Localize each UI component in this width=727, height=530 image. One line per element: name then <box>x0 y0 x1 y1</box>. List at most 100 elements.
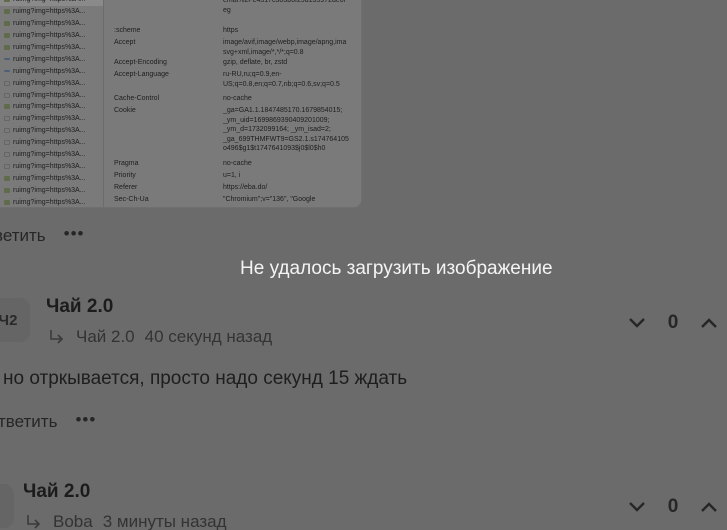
header-value: https <box>223 27 239 34</box>
header-value: "Chromium";v="136", "Google <box>223 196 316 203</box>
request-row[interactable]: ruimg?img=https%3A... <box>0 6 103 18</box>
request-name: ruimg?img=https%3A... <box>13 151 86 159</box>
header-value: emai%2Fe4517c383b6f29d135972de0l eg <box>223 0 346 14</box>
request-name: ruimg?img=https%3A... <box>13 44 86 51</box>
request-name: ruimg?img=https%3A... <box>13 115 86 123</box>
vote-count: 0 <box>667 312 679 333</box>
request-name: ruimg?img=https%3A... <box>13 67 86 75</box>
reply-button[interactable]: тветить <box>0 412 57 432</box>
request-row[interactable]: ruimg?img=https%3A... <box>0 113 103 125</box>
chevron-down-icon <box>629 318 645 328</box>
more-options-button[interactable]: ••• <box>64 225 85 242</box>
request-row[interactable]: ruimg?img=https%3A... <box>0 196 103 207</box>
header-value: _ga=GA1.1.1847485170.1679854015; _ym_uid… <box>223 107 349 152</box>
avatar[interactable] <box>0 484 14 528</box>
request-name: ruimg?img=https%3A... <box>13 0 86 3</box>
blank-file-icon <box>4 92 10 98</box>
request-row[interactable]: ruimg?img=https%3A... <box>0 172 103 184</box>
image-file-icon <box>4 21 10 27</box>
chevron-up-icon <box>701 502 717 512</box>
request-row[interactable]: ruimg?img=https%3A... <box>0 125 103 137</box>
vote-control: 0 <box>626 312 720 334</box>
chevron-down-icon <box>629 502 645 512</box>
request-name: ruimg?img=https%3A... <box>13 103 86 111</box>
dash-file-icon <box>4 70 10 73</box>
header-name: Accept <box>114 39 136 46</box>
pen-file-icon <box>4 9 10 15</box>
request-row[interactable]: ruimg?img=https%3A... <box>0 77 103 89</box>
chevron-up-icon <box>701 318 717 328</box>
more-options-button[interactable]: ••• <box>75 411 96 428</box>
upvote-button[interactable] <box>698 496 720 518</box>
comment-actions: тветить ••• <box>0 411 96 432</box>
header-name: Accept-Encoding <box>114 59 167 66</box>
reply-arrow-icon <box>27 515 41 529</box>
image-load-error: Не удалось загрузить изображение <box>240 258 553 279</box>
header-value: no-cache <box>223 160 252 167</box>
request-row[interactable]: ruimg?img=https%3A... <box>0 137 103 149</box>
dash-file-icon <box>4 58 10 61</box>
avatar[interactable]: Ч2 <box>0 298 30 342</box>
request-name: ruimg?img=https%3A... <box>13 55 86 63</box>
image-file-icon <box>4 33 10 39</box>
image-file-icon <box>4 104 10 110</box>
downvote-button[interactable] <box>626 312 648 334</box>
request-name: ruimg?img=https%3A... <box>13 139 86 147</box>
request-row[interactable]: ruimg?img=https%3A... <box>0 149 103 161</box>
header-value: https://eba.do/ <box>223 184 268 191</box>
header-value: gzip, deflate, br, zstd <box>223 59 288 66</box>
header-value: no-cache <box>223 95 252 102</box>
avatar-initials: Ч2 <box>0 311 18 329</box>
request-name: ruimg?img=https%3A... <box>13 32 86 40</box>
header-name: Priority <box>114 172 136 179</box>
request-name: ruimg?img=https%3A... <box>13 20 86 28</box>
upvote-button[interactable] <box>698 312 720 334</box>
request-row[interactable]: ruimg?img=https%3A... <box>0 65 103 77</box>
image-file-icon <box>4 0 10 3</box>
reply-to-author[interactable]: Чай 2.0 <box>76 327 135 347</box>
header-name: Cookie <box>114 107 136 114</box>
reply-button[interactable]: ветить <box>0 226 46 246</box>
image-file-icon <box>4 45 10 50</box>
comment-author[interactable]: Чай 2.0 <box>23 481 90 503</box>
request-row[interactable]: ruimg?img=https%3A... <box>0 184 103 196</box>
blank-file-icon <box>4 80 10 86</box>
blank-file-icon <box>4 116 10 122</box>
image-file-icon <box>4 187 10 193</box>
blank-file-icon <box>4 163 10 169</box>
request-row[interactable]: ruimg?img=https%3A... <box>0 53 103 65</box>
comment-author[interactable]: Чай 2.0 <box>46 296 113 318</box>
request-row[interactable]: ruimg?img=https%3A... <box>0 89 103 101</box>
request-row[interactable]: ruimg?img=https%3A... <box>0 30 103 42</box>
comment-meta: Чай 2.0 40 секунд назад <box>48 327 272 347</box>
request-name: ruimg?img=https%3A... <box>13 91 86 99</box>
comment-actions: ветить ••• <box>0 225 85 246</box>
vote-count: 0 <box>667 496 679 517</box>
comment-time: 3 минуты назад <box>102 512 227 530</box>
header-value: u=1, i <box>223 172 241 179</box>
request-name: ruimg?img=https%3A... <box>13 186 86 194</box>
request-row[interactable]: ruimg?img=https%3A... <box>0 101 103 113</box>
request-row[interactable]: ruimg?img=https%3A... <box>0 42 103 54</box>
blank-file-icon <box>4 128 10 134</box>
header-value: ru-RU,ru;q=0.9,en- US;q=0.8,en;q=0.7,nb;… <box>223 71 340 88</box>
image-file-icon <box>4 175 10 181</box>
downvote-button[interactable] <box>626 496 648 518</box>
request-name: ruimg?img=https%3A... <box>13 127 86 135</box>
header-name: Cache-Control <box>114 95 160 102</box>
comment-text: но отркывается, просто надо секунд 15 жд… <box>3 368 408 389</box>
comment-time: 40 секунд назад <box>144 327 273 346</box>
comment-meta: Boba 3 минуты назад <box>25 512 227 530</box>
header-name: Pragma <box>114 160 139 167</box>
image-file-icon <box>4 199 10 205</box>
request-row[interactable]: ruimg?img=https%3A... <box>0 160 103 172</box>
request-name: ruimg?img=https%3A... <box>13 8 86 16</box>
blank-file-icon <box>4 152 10 158</box>
header-name: :scheme <box>114 27 141 34</box>
request-name: ruimg?img=https%3A... <box>13 162 86 170</box>
request-row[interactable]: ruimg?img=https%3A... <box>0 18 103 30</box>
vote-control: 0 <box>626 496 720 518</box>
header-name: Accept-Language <box>114 71 169 78</box>
request-name: ruimg?img=https%3A... <box>13 198 86 206</box>
reply-to-author[interactable]: Boba <box>53 512 93 530</box>
